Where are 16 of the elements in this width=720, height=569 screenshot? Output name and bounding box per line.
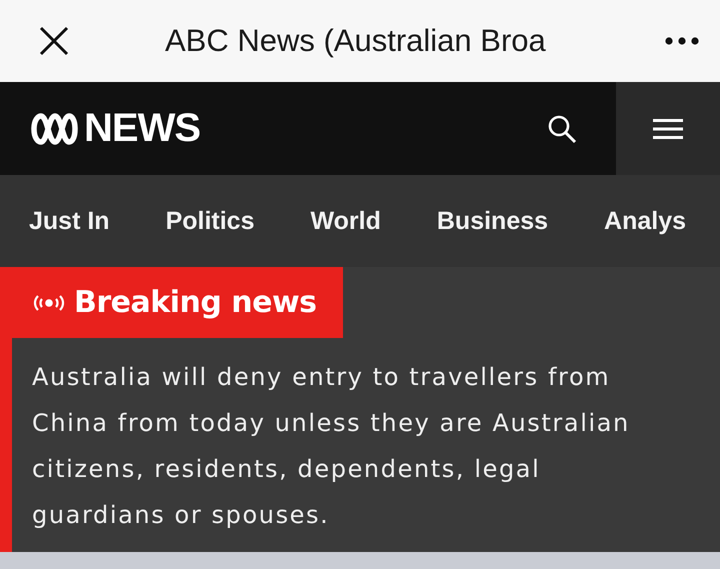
nav-link[interactable]: Business: [436, 206, 548, 236]
search-icon: [546, 112, 578, 144]
close-icon: [38, 25, 70, 57]
nav-link[interactable]: Just In: [29, 206, 110, 236]
brand-name: NEWS: [84, 106, 200, 151]
page-title: ABC News (Australian Broa: [165, 23, 547, 59]
broadcast-icon: [32, 292, 66, 312]
more-icon: [664, 36, 700, 46]
nav-link[interactable]: Politics: [166, 206, 254, 236]
logo-icon: [30, 112, 80, 146]
menu-icon: [653, 118, 683, 140]
breaking-news-label: Breaking news: [0, 267, 343, 338]
breaking-news-text: Australia will deny entry to travellers from China from today unless they are Australian citizens, residents, dependents, legal guardians or spouses.: [32, 362, 631, 531]
nav-link[interactable]: World: [310, 206, 381, 236]
menu-button[interactable]: [616, 82, 720, 175]
nav-link[interactable]: Analys: [604, 206, 686, 236]
